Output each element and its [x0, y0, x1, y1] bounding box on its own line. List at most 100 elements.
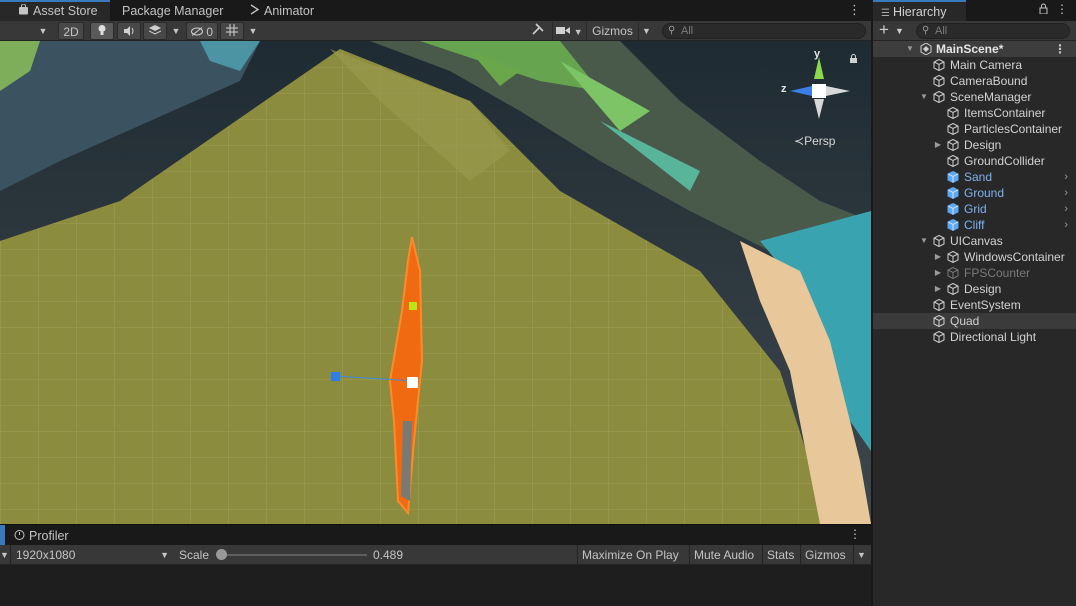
hierarchy-item[interactable]: GroundCollider — [873, 153, 1076, 169]
maximize-on-play-button[interactable]: Maximize On Play — [577, 545, 683, 565]
hierarchy-item[interactable]: EventSystem — [873, 297, 1076, 313]
2d-toggle-button[interactable]: 2D — [58, 22, 84, 40]
hierarchy-item[interactable]: Directional Light — [873, 329, 1076, 345]
hierarchy-item[interactable]: Quad — [873, 313, 1076, 329]
audio-toggle-button[interactable] — [117, 22, 141, 40]
collapse-arrow-icon[interactable]: ▼ — [919, 233, 929, 249]
hierarchy-item-label: EventSystem — [950, 298, 1021, 312]
hierarchy-toolbar: + ▼ ⚲ All — [873, 21, 1076, 41]
hierarchy-item-label: CameraBound — [950, 74, 1028, 88]
kebab-menu-icon[interactable]: ⋮ — [848, 2, 861, 18]
tab-profiler[interactable]: Profiler — [14, 525, 69, 546]
projection-toggle[interactable]: ≺Persp — [794, 134, 835, 148]
hierarchy-item[interactable]: Cliff › — [873, 217, 1076, 233]
hierarchy-item[interactable]: ItemsContainer — [873, 105, 1076, 121]
grid-icon — [226, 24, 238, 39]
camera-icon — [556, 24, 571, 38]
search-icon: ⚲ — [668, 25, 676, 36]
gameobject-cube-icon — [933, 58, 945, 72]
tab-package-manager[interactable]: Package Manager — [122, 0, 223, 21]
gizmos-dropdown-icon[interactable]: ▼ — [638, 22, 654, 40]
grid-toggle-button[interactable] — [220, 22, 244, 40]
list-icon: ☰ — [881, 8, 890, 19]
hierarchy-item[interactable]: Sand › — [873, 169, 1076, 185]
game-kebab-menu-icon[interactable]: ⋮ — [849, 527, 861, 541]
gameobject-cube-icon — [933, 90, 945, 104]
gizmo-axis-y-label: y — [814, 48, 821, 60]
gameobject-cube-icon — [947, 154, 959, 168]
scene-visibility-button[interactable]: 0 — [186, 22, 218, 40]
hierarchy-kebab-menu-icon[interactable]: ⋮ — [1056, 2, 1068, 16]
animator-icon — [249, 0, 260, 22]
display-dropdown-icon[interactable]: ▼ — [0, 545, 10, 565]
game-tab-bar: Profiler ⋮ — [0, 524, 871, 545]
hidden-count: 0 — [206, 25, 214, 39]
lock-icon[interactable] — [849, 52, 858, 63]
grid-dropdown-icon[interactable]: ▼ — [246, 22, 260, 40]
resolution-dropdown[interactable]: 1920x1080 ▼ — [10, 545, 173, 565]
gizmos-label: Gizmos — [592, 24, 633, 38]
expand-arrow-icon[interactable]: ▶ — [933, 249, 943, 265]
scale-slider-thumb[interactable] — [216, 549, 228, 560]
scene-kebab-menu-icon[interactable]: ⋮ — [1054, 41, 1066, 57]
tools-icon[interactable] — [528, 22, 548, 40]
hierarchy-item[interactable]: ▶ Design — [873, 281, 1076, 297]
effects-dropdown-icon[interactable]: ▼ — [169, 22, 183, 40]
create-plus-icon[interactable]: + — [879, 21, 889, 39]
stopwatch-icon — [14, 525, 25, 547]
expand-arrow-icon[interactable]: ▶ — [933, 265, 943, 281]
expand-arrow-icon[interactable]: ▶ — [933, 281, 943, 297]
camera-settings-button[interactable]: ▼ — [552, 22, 586, 40]
prefab-open-chevron-icon[interactable]: › — [1064, 217, 1068, 233]
hierarchy-item[interactable]: ParticlesContainer — [873, 121, 1076, 137]
tab-hierarchy[interactable]: ☰ Hierarchy — [873, 0, 966, 21]
expand-arrow-icon[interactable]: ▼ — [905, 41, 915, 57]
expand-arrow-icon[interactable]: ▶ — [933, 137, 943, 153]
mute-audio-button[interactable]: Mute Audio — [689, 545, 758, 565]
game-gizmos-button[interactable]: Gizmos — [800, 545, 850, 565]
lightbulb-icon — [97, 25, 107, 39]
prefab-open-chevron-icon[interactable]: › — [1064, 185, 1068, 201]
hierarchy-item[interactable]: ▼ UICanvas — [873, 233, 1076, 249]
hierarchy-item[interactable]: ▶ FPSCounter — [873, 265, 1076, 281]
hierarchy-item[interactable]: ▼ SceneManager — [873, 89, 1076, 105]
hierarchy-item[interactable]: Grid › — [873, 201, 1076, 217]
collapse-arrow-icon[interactable]: ▼ — [919, 89, 929, 105]
draw-mode-dropdown-icon[interactable]: ▼ — [36, 22, 50, 40]
gameobject-cube-icon — [947, 122, 959, 136]
scene-root-row[interactable]: ▼ MainScene* ⋮ — [873, 41, 1076, 57]
tab-asset-store[interactable]: Asset Store — [0, 0, 110, 21]
prefab-open-chevron-icon[interactable]: › — [1064, 169, 1068, 185]
hierarchy-item[interactable]: Ground › — [873, 185, 1076, 201]
hierarchy-item-label: Sand — [964, 170, 993, 184]
hierarchy-item[interactable]: ▶ Design — [873, 137, 1076, 153]
tab-asset-store-label: Asset Store — [33, 4, 98, 18]
hierarchy-lock-icon[interactable] — [1039, 3, 1048, 17]
scene-search-input[interactable]: ⚲ All — [662, 23, 866, 39]
hierarchy-item[interactable]: Main Camera — [873, 57, 1076, 73]
lighting-toggle-button[interactable] — [90, 22, 114, 40]
hierarchy-item[interactable]: CameraBound — [873, 73, 1076, 89]
gizmo-axis-z-label: z — [781, 83, 787, 95]
scale-slider-track[interactable] — [219, 554, 367, 556]
persp-chevron-icon: ≺ — [794, 134, 805, 148]
resolution-label: 1920x1080 — [16, 548, 76, 562]
projection-label: Persp — [804, 134, 836, 148]
effects-toggle-button[interactable] — [143, 22, 167, 40]
tab-animator[interactable]: Animator — [249, 0, 314, 21]
game-view-body — [0, 565, 871, 606]
gizmos-button[interactable]: Gizmos — [586, 22, 638, 40]
hierarchy-search-input[interactable]: ⚲ All — [916, 23, 1070, 39]
stats-button[interactable]: Stats — [762, 545, 798, 565]
scene-viewport[interactable] — [0, 41, 871, 524]
hierarchy-item[interactable]: ▶ WindowsContainer — [873, 249, 1076, 265]
game-gizmos-dropdown-icon[interactable]: ▼ — [853, 545, 869, 565]
create-dropdown-icon[interactable]: ▼ — [895, 21, 904, 41]
scene-name: MainScene* — [936, 42, 1004, 56]
hidden-eye-icon — [190, 25, 203, 39]
prefab-open-chevron-icon[interactable]: › — [1064, 201, 1068, 217]
gameobject-cube-icon — [933, 298, 945, 312]
orientation-gizmo[interactable]: y z — [780, 48, 860, 119]
hierarchy-item-label: Main Camera — [950, 58, 1023, 72]
layers-icon — [148, 25, 162, 39]
